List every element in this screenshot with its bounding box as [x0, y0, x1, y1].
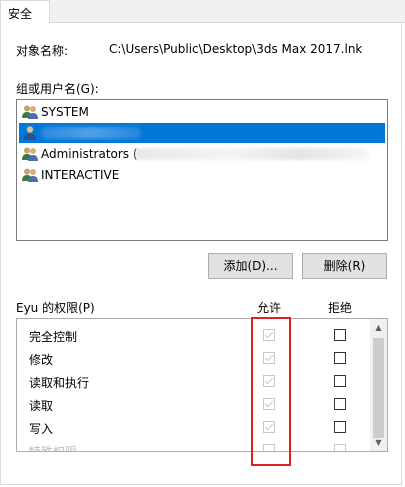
list-item-label: SYSTEM	[41, 105, 89, 119]
deny-checkbox[interactable]	[334, 329, 346, 341]
redacted-name	[135, 148, 370, 160]
add-button[interactable]: 添加(D)...	[208, 253, 293, 279]
deny-checkbox[interactable]	[334, 421, 346, 433]
users-icon	[22, 168, 38, 182]
permission-row-full-control: 完全控制	[17, 324, 371, 347]
deny-checkbox[interactable]	[334, 444, 346, 451]
permission-name: 完全控制	[29, 330, 78, 344]
allow-column-header: 允许	[257, 301, 282, 315]
permission-name: 读取	[29, 399, 54, 413]
permission-name: 读取和执行	[29, 376, 90, 390]
list-item-label: Administrators (	[41, 147, 138, 161]
permission-row-special: 特殊权限	[17, 439, 371, 452]
deny-checkbox[interactable]	[334, 375, 346, 387]
permissions-label: Eyu 的权限(P)	[16, 301, 95, 315]
redacted-name	[41, 127, 141, 139]
permission-row-modify: 修改	[17, 347, 371, 370]
list-item-user-selected[interactable]	[19, 123, 385, 143]
deny-checkbox[interactable]	[334, 352, 346, 364]
permission-row-read: 读取	[17, 393, 371, 416]
permissions-list: 完全控制 修改 读取和执行 读取 写入 特殊权限	[16, 318, 388, 452]
permission-row-write: 写入	[17, 416, 371, 439]
list-item-administrators[interactable]: Administrators (	[19, 144, 385, 164]
list-item-interactive[interactable]: INTERACTIVE	[19, 165, 385, 185]
list-item-system[interactable]: SYSTEM	[19, 102, 385, 122]
user-icon	[24, 126, 36, 140]
permission-name: 写入	[29, 422, 54, 436]
group-user-list[interactable]: SYSTEM Administrators ( INTERACTIVE	[16, 99, 388, 241]
users-icon	[22, 105, 38, 119]
permission-name: 修改	[29, 353, 54, 367]
scroll-down-icon[interactable]: ▼	[370, 434, 387, 451]
tab-strip	[0, 0, 405, 23]
deny-checkbox[interactable]	[334, 398, 346, 410]
group-list-label: 组或用户名(G):	[16, 82, 99, 96]
tab-security-label: 安全	[8, 7, 33, 21]
annotation-highlight-box	[251, 317, 291, 466]
remove-button[interactable]: 删除(R)	[302, 253, 387, 279]
permissions-scrollbar[interactable]: ▲ ▼	[370, 319, 387, 451]
object-name-value: C:\Users\Public\Desktop\3ds Max 2017.lnk	[109, 42, 363, 56]
deny-column-header: 拒绝	[328, 301, 353, 315]
scroll-thumb[interactable]	[373, 338, 384, 438]
scroll-up-icon[interactable]: ▲	[370, 319, 387, 336]
users-icon	[22, 147, 38, 161]
tab-security[interactable]: 安全	[0, 0, 50, 23]
permission-row-read-execute: 读取和执行	[17, 370, 371, 393]
list-item-label: INTERACTIVE	[41, 168, 120, 182]
permission-name: 特殊权限	[29, 445, 78, 452]
object-name-label: 对象名称:	[16, 44, 69, 58]
